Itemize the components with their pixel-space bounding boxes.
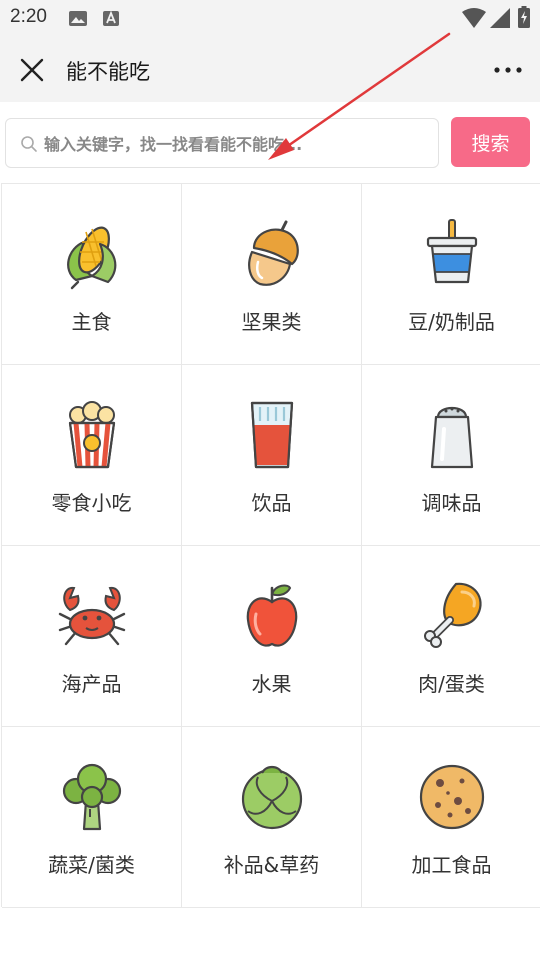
crab-icon (58, 586, 125, 646)
category-label: 加工食品 (411, 853, 492, 877)
battery-icon (518, 6, 530, 28)
title-bar: 能不能吃 (0, 36, 540, 102)
category-label: 调味品 (421, 491, 482, 515)
category-seafood[interactable]: 海产品 (2, 546, 182, 727)
category-snacks[interactable]: 零食小吃 (2, 365, 182, 546)
category-label: 肉/蛋类 (418, 672, 485, 696)
category-staple-food[interactable]: 主食 (2, 184, 182, 365)
close-icon (20, 58, 44, 82)
category-tonics-herbs[interactable]: 补品&草药 (182, 727, 362, 908)
search-bar: 搜索 (0, 102, 540, 182)
category-label: 海产品 (61, 672, 122, 696)
font-notification-icon (103, 10, 119, 26)
category-label: 补品&草药 (223, 853, 320, 877)
drink-glass-icon (250, 401, 293, 469)
category-label: 饮品 (251, 491, 292, 515)
category-drinks[interactable]: 饮品 (182, 365, 362, 546)
acorn-icon (247, 220, 299, 286)
category-processed-food[interactable]: 加工食品 (362, 727, 540, 908)
broccoli-icon (62, 763, 121, 831)
more-dots-icon (494, 67, 522, 73)
cabbage-icon (241, 765, 302, 830)
category-label: 蔬菜/菌类 (48, 853, 135, 877)
category-label: 豆/奶制品 (408, 310, 495, 334)
chicken-leg-icon (423, 582, 482, 648)
category-label: 零食小吃 (51, 491, 132, 515)
category-label: 主食 (71, 310, 112, 334)
salt-shaker-icon (430, 406, 473, 469)
cookie-icon (419, 764, 484, 830)
popcorn-icon (68, 401, 115, 469)
image-notification-icon (69, 11, 87, 26)
search-button[interactable]: 搜索 (451, 117, 530, 167)
category-meat-egg[interactable]: 肉/蛋类 (362, 546, 540, 727)
category-grid: 主食 坚果类 豆/奶制品 零食小吃 饮品 调味品 海产品 水果 肉/蛋类 蔬菜/… (1, 183, 540, 908)
category-vegetables-fungi[interactable]: 蔬菜/菌类 (2, 727, 182, 908)
more-options-button[interactable] (490, 53, 526, 87)
page-title: 能不能吃 (66, 60, 150, 84)
status-bar: 2:20 (0, 0, 540, 36)
category-label: 坚果类 (241, 310, 302, 334)
category-label: 水果 (251, 672, 292, 696)
apple-icon (246, 584, 297, 647)
status-time: 2:20 (10, 6, 47, 27)
category-nuts[interactable]: 坚果类 (182, 184, 362, 365)
search-field[interactable] (5, 118, 439, 168)
search-input[interactable] (44, 129, 424, 159)
search-icon (21, 136, 37, 152)
category-seasoning[interactable]: 调味品 (362, 365, 540, 546)
yogurt-cup-icon (426, 219, 477, 284)
category-fruit[interactable]: 水果 (182, 546, 362, 727)
signal-icon (490, 8, 510, 28)
wifi-icon (462, 8, 486, 28)
category-bean-dairy[interactable]: 豆/奶制品 (362, 184, 540, 365)
close-button[interactable] (14, 53, 50, 87)
corn-icon (66, 226, 116, 290)
